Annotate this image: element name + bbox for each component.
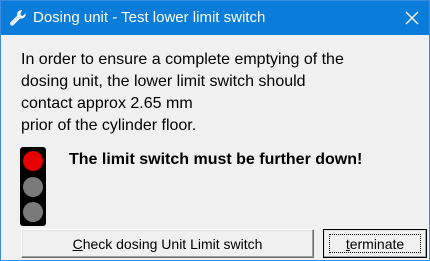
message-line: contact approx 2.65 mm bbox=[21, 95, 193, 112]
dosing-unit-dialog: Dosing unit - Test lower limit switch In… bbox=[0, 0, 430, 261]
wrench-icon bbox=[9, 9, 27, 27]
check-limit-switch-button[interactable]: Check dosing Unit Limit switch bbox=[21, 229, 314, 258]
close-icon bbox=[405, 11, 419, 25]
window-title: Dosing unit - Test lower limit switch bbox=[33, 9, 266, 26]
bottom-lamp bbox=[23, 202, 43, 222]
message-line: dosing unit, the lower limit switch shou… bbox=[21, 73, 306, 90]
status-message: The limit switch must be further down! bbox=[69, 151, 363, 168]
terminate-button[interactable]: terminate bbox=[323, 229, 427, 258]
title-bar[interactable]: Dosing unit - Test lower limit switch bbox=[1, 1, 429, 35]
middle-lamp bbox=[23, 177, 43, 197]
focus-rectangle bbox=[329, 234, 421, 253]
traffic-light-indicator bbox=[20, 147, 46, 226]
message-line: In order to ensure a complete emptying o… bbox=[21, 51, 344, 68]
button-label: Check dosing Unit Limit switch bbox=[72, 235, 263, 252]
message-line: prior of the cylinder floor. bbox=[21, 117, 197, 134]
close-button[interactable] bbox=[399, 4, 425, 32]
instruction-message: In order to ensure a complete emptying o… bbox=[21, 49, 421, 137]
red-lamp bbox=[23, 151, 43, 171]
